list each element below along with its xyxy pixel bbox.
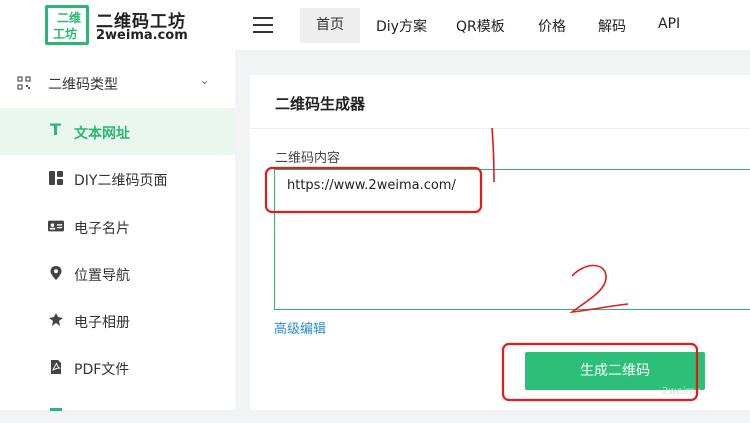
panel-title: 二维码生成器	[275, 95, 366, 113]
advanced-edit-link[interactable]: 高级编辑	[274, 318, 326, 337]
sidebar-item-label: 电子相册	[74, 315, 130, 331]
nav-qr-templates[interactable]: QR模板	[456, 16, 505, 36]
sidebar-item-label: 电子名片	[74, 221, 130, 237]
logo-mark: 二维 工坊	[45, 5, 89, 45]
nav-decode[interactable]: 解码	[598, 16, 626, 36]
sidebar-item-diy-page[interactable]: DIY二维码页面	[0, 155, 235, 202]
qrcode-generator-panel: 二维码生成器 二维码内容 https://www.2weima.com/ 高级编…	[250, 75, 750, 410]
nav-api[interactable]: API	[658, 16, 680, 32]
content-textarea[interactable]: https://www.2weima.com/	[274, 169, 750, 310]
pdf-file-icon	[51, 360, 61, 374]
sidebar-item-photo-album[interactable]: 电子相册	[0, 297, 235, 344]
menu-toggle-icon[interactable]	[253, 17, 273, 33]
sidebar-item-label: 位置导航	[74, 268, 130, 284]
content-field-label: 二维码内容	[275, 151, 341, 166]
sidebar-item-label: PDF文件	[74, 362, 130, 378]
id-card-icon	[48, 220, 64, 232]
logo-mark-top-text: 二维	[57, 11, 82, 25]
generate-qrcode-button[interactable]: 生成二维码	[525, 352, 705, 390]
sidebar-item-business-card[interactable]: 电子名片	[0, 203, 235, 250]
logo[interactable]: 二维 工坊 二维码工坊 2weima.com	[0, 0, 235, 50]
nav-pricing[interactable]: 价格	[538, 16, 566, 36]
panel-header: 二维码生成器	[250, 75, 750, 129]
sidebar-item-partial[interactable]	[0, 391, 235, 411]
logo-subtitle: 2weima.com	[96, 28, 188, 43]
location-pin-icon	[50, 266, 62, 280]
sidebar-item-label: DIY二维码页面	[74, 173, 168, 189]
chevron-down-icon: ⌄	[200, 74, 210, 87]
layout-icon	[49, 171, 63, 185]
top-navigation: 首页 Diy方案 QR模板 价格 解码 API	[235, 0, 750, 50]
qrcode-icon	[17, 76, 31, 90]
sidebar-item-pdf[interactable]: PDF文件	[0, 344, 235, 391]
sidebar-item-label: 文本网址	[74, 126, 130, 142]
partial-icon	[50, 408, 62, 411]
watermark: 2weima	[662, 386, 702, 397]
nav-home[interactable]: 首页	[300, 8, 360, 43]
sidebar-item-text-url[interactable]: T 文本网址	[0, 108, 235, 155]
logo-mark-bottom-text: 工坊	[53, 27, 78, 41]
sidebar-item-location[interactable]: 位置导航	[0, 250, 235, 297]
sidebar: 二维 工坊 二维码工坊 2weima.com 二维码类型 ⌄ T 文本网址 DI…	[0, 0, 235, 411]
text-icon: T	[50, 120, 61, 139]
photo-album-icon	[49, 313, 63, 326]
nav-diy-plan[interactable]: Diy方案	[376, 16, 427, 36]
sidebar-group-label: 二维码类型	[48, 77, 118, 93]
sidebar-group-qrcode-types[interactable]: 二维码类型 ⌄	[0, 60, 235, 106]
